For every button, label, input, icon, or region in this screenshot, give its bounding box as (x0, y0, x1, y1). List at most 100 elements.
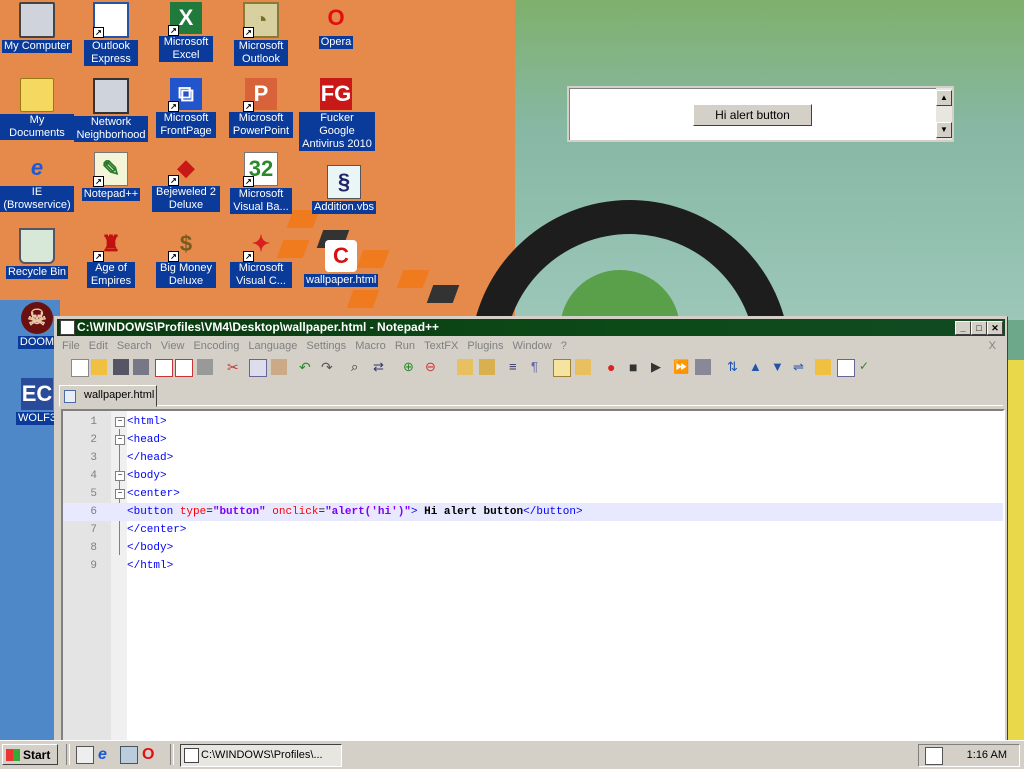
fold-toggle-icon[interactable]: − (115, 435, 125, 445)
desktop-icon-bejeweled[interactable]: ◆ ↗ Bejeweled 2 Deluxe (149, 152, 223, 212)
scroll-down-button[interactable]: ▼ (936, 122, 952, 138)
code-line[interactable]: 4 − <body> (63, 467, 1003, 485)
menu-run[interactable]: Run (392, 338, 418, 354)
compare-icon[interactable]: ⇌ (793, 359, 809, 375)
opera-icon[interactable]: O (142, 746, 158, 763)
code-line[interactable]: 9 </html> (63, 557, 1003, 575)
desktop-icon-my-computer[interactable]: My Computer (0, 2, 74, 53)
desktop-icon-network-neighborhood[interactable]: Network Neighborhood (74, 78, 148, 142)
zoom-in-icon[interactable]: ⊕ (403, 359, 419, 375)
close-document-button[interactable]: X (986, 338, 999, 354)
frontpage-icon: ⧉ ↗ (168, 78, 202, 112)
desktop-icon-age-of-empires[interactable]: ♜ ↗ Age of Empires (74, 228, 148, 288)
play-macro-icon[interactable]: ▶ (651, 359, 667, 375)
sync-vertical-icon[interactable] (457, 359, 473, 375)
code-line[interactable]: 1 − <html> (63, 413, 1003, 431)
desktop-icon-visual-c[interactable]: ✦ ↗ Microsoft Visual C... (224, 228, 298, 288)
code-line-current[interactable]: 6 <button type="button" onclick="alert('… (63, 503, 1003, 521)
menu-help[interactable]: ? (558, 338, 570, 354)
internet-explorer-icon[interactable]: e (98, 746, 114, 763)
folder-icon[interactable] (815, 359, 831, 375)
find-icon[interactable]: ⌕ (351, 359, 367, 375)
replace-icon[interactable]: ⇄ (373, 359, 389, 375)
desktop-icon-opera[interactable]: O Opera (299, 2, 373, 49)
tray-app-icon[interactable] (925, 747, 943, 765)
desktop-icon-microsoft-powerpoint[interactable]: P ↗ Microsoft PowerPoint (224, 78, 298, 138)
menu-encoding[interactable]: Encoding (190, 338, 242, 354)
outlook-express-icon[interactable] (120, 746, 138, 764)
desktop-icon-microsoft-frontpage[interactable]: ⧉ ↗ Microsoft FrontPage (149, 78, 223, 138)
desktop-icon-fucker-google-antivirus[interactable]: FG Fucker Google Antivirus 2010 (299, 78, 375, 151)
menu-search[interactable]: Search (114, 338, 155, 354)
save-macro-icon[interactable] (695, 359, 711, 375)
save-all-icon[interactable] (133, 359, 149, 375)
cut-icon[interactable]: ✂ (227, 359, 243, 375)
menu-window[interactable]: Window (510, 338, 555, 354)
show-desktop-icon[interactable] (76, 746, 94, 764)
code-line[interactable]: 2 − <head> (63, 431, 1003, 449)
menu-file[interactable]: File (59, 338, 83, 354)
start-button[interactable]: Start (2, 744, 58, 765)
desktop-icon-notepad-plus-plus[interactable]: ✎ ↗ Notepad++ (74, 152, 148, 201)
word-wrap-icon[interactable]: ≡ (509, 359, 525, 375)
spell-check-icon[interactable]: ✓ (859, 359, 875, 375)
open-file-icon[interactable] (91, 359, 107, 375)
down-arrow-icon[interactable]: ▼ (771, 359, 787, 375)
code-line[interactable]: 3 </head> (63, 449, 1003, 467)
desktop-icon-wallpaper-html[interactable]: C wallpaper.html (304, 240, 379, 287)
sort-icon[interactable]: ⇅ (727, 359, 743, 375)
fold-toggle-icon[interactable]: − (115, 489, 125, 499)
desktop-icon-recycle-bin[interactable]: Recycle Bin (0, 228, 74, 279)
run-macro-multiple-icon[interactable]: ⏩ (673, 359, 689, 375)
desktop-icon-microsoft-outlook[interactable]: ◔ ↗ Microsoft Outlook (224, 2, 298, 66)
paste-icon[interactable] (271, 359, 287, 375)
desktop-icon-my-documents[interactable]: My Documents (0, 78, 74, 140)
maximize-button[interactable]: □ (971, 321, 987, 335)
undo-icon[interactable]: ↶ (299, 359, 315, 375)
menu-textfx[interactable]: TextFX (421, 338, 461, 354)
close-file-icon[interactable] (155, 359, 173, 377)
desktop-icon-big-money[interactable]: $ ↗ Big Money Deluxe (149, 228, 223, 288)
window-titlebar[interactable]: C:\WINDOWS\Profiles\VM4\Desktop\wallpape… (57, 319, 1005, 336)
record-macro-icon[interactable]: ● (607, 359, 623, 375)
sync-horizontal-icon[interactable] (479, 359, 495, 375)
menu-settings[interactable]: Settings (303, 338, 349, 354)
print-icon[interactable] (197, 359, 213, 375)
menu-plugins[interactable]: Plugins (464, 338, 506, 354)
menu-macro[interactable]: Macro (352, 338, 389, 354)
clock[interactable]: 1:16 AM (967, 749, 1007, 761)
redo-icon[interactable]: ↷ (321, 359, 337, 375)
new-file-icon[interactable] (71, 359, 89, 377)
desktop-icon-outlook-express[interactable]: ↗ Outlook Express (74, 2, 148, 66)
copy-icon[interactable] (249, 359, 267, 377)
code-line[interactable]: 5 − <center> (63, 485, 1003, 503)
up-arrow-icon[interactable]: ▲ (749, 359, 765, 375)
taskbar-item-notepad[interactable]: C:\WINDOWS\Profiles\... (180, 744, 342, 767)
hi-alert-button[interactable]: Hi alert button (693, 104, 812, 126)
window-icon[interactable] (837, 359, 855, 377)
scroll-up-button[interactable]: ▲ (936, 90, 952, 106)
code-editor[interactable]: 1 − <html> 2 − <head> 3 </head> 4 − <bod… (61, 409, 1005, 743)
user-defined-dialog-icon[interactable] (575, 359, 591, 375)
desktop-icon-microsoft-excel[interactable]: X ↗ Microsoft Excel (149, 2, 223, 62)
menu-view[interactable]: View (158, 338, 188, 354)
indent-guide-icon[interactable] (553, 359, 571, 377)
save-icon[interactable] (113, 359, 129, 375)
close-button[interactable]: ✕ (987, 321, 1003, 335)
code-line[interactable]: 8 </body> (63, 539, 1003, 557)
fold-toggle-icon[interactable]: − (115, 471, 125, 481)
stop-macro-icon[interactable]: ■ (629, 359, 645, 375)
minimize-button[interactable]: _ (955, 321, 971, 335)
zoom-out-icon[interactable]: ⊖ (425, 359, 441, 375)
code-line[interactable]: 7 </center> (63, 521, 1003, 539)
show-all-characters-icon[interactable]: ¶ (531, 359, 547, 375)
menu-edit[interactable]: Edit (86, 338, 111, 354)
fold-toggle-icon[interactable]: − (115, 417, 125, 427)
close-all-icon[interactable] (175, 359, 193, 377)
widget-scrollbar[interactable]: ▲ ▼ (936, 88, 952, 140)
tab-wallpaper-html[interactable]: wallpaper.html (59, 385, 157, 407)
desktop-icon-visual-basic[interactable]: 32 ↗ Microsoft Visual Ba... (224, 152, 298, 214)
menu-language[interactable]: Language (245, 338, 300, 354)
desktop-icon-addition-vbs[interactable]: § Addition.vbs (307, 165, 381, 214)
desktop-icon-ie-browservice[interactable]: e IE (Browservice) (0, 152, 74, 212)
